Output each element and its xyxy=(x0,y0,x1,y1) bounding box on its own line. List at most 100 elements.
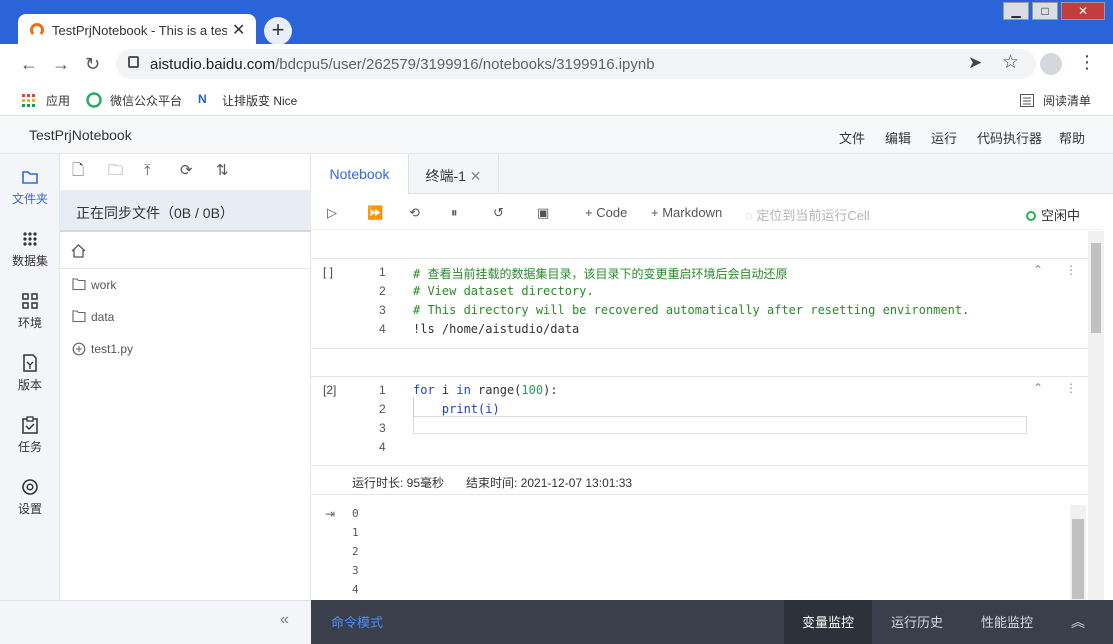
output-scrollbar[interactable] xyxy=(1070,505,1086,600)
tab-notebook[interactable]: Notebook xyxy=(311,154,409,194)
rail-item-version[interactable]: 版本 xyxy=(0,354,60,393)
rail-label: 数据集 xyxy=(11,254,48,268)
window-close-button[interactable]: ✕ xyxy=(1061,2,1105,20)
maximize-button[interactable]: □ xyxy=(1032,2,1058,20)
tab-title: TestPrjNotebook - This is a test xyxy=(52,23,227,38)
menu-kernel[interactable]: 代码执行器 xyxy=(977,128,1042,147)
restart-run-icon[interactable]: ⟲ xyxy=(409,205,420,221)
collapse-panel-icon[interactable]: « xyxy=(280,611,289,629)
rail-label: 版本 xyxy=(17,378,42,392)
rail-label: 设置 xyxy=(17,502,42,516)
output-line: 3 xyxy=(352,564,359,577)
run-all-icon[interactable]: ⏩ xyxy=(367,205,383,221)
add-markdown-button[interactable]: + Markdown xyxy=(651,205,722,220)
profile-avatar[interactable] xyxy=(1040,53,1062,75)
apps-grid-icon[interactable] xyxy=(22,94,36,108)
scrollbar-thumb[interactable] xyxy=(1072,519,1084,599)
new-folder-icon[interactable]: 🗀 xyxy=(108,163,124,179)
cursor-line[interactable] xyxy=(413,416,1027,434)
cell-collapse-icon[interactable]: ⌃ xyxy=(1033,263,1043,277)
performance-monitor-button[interactable]: 性能监控 xyxy=(967,600,1047,644)
locate-running-cell-button[interactable]: ◌ 定位到当前运行Cell xyxy=(745,205,870,224)
rail-label: 环境 xyxy=(17,316,42,330)
reading-list-icon xyxy=(1020,94,1034,107)
line-number: 4 xyxy=(379,440,386,454)
bookmark-apps[interactable]: 应用 xyxy=(46,92,70,109)
file-item-test1[interactable]: test1.py xyxy=(60,337,311,363)
cell-more-icon[interactable]: ⋮ xyxy=(1065,263,1077,277)
status-dot-icon xyxy=(1026,211,1036,221)
run-cell-icon[interactable]: ▷ xyxy=(327,205,337,221)
browser-tab[interactable]: TestPrjNotebook - This is a test ✕ xyxy=(18,14,256,46)
side-rail: 文件夹 数据集 环境 版本 任务 设置 xyxy=(0,154,60,600)
save-icon[interactable]: ▣ xyxy=(537,205,549,221)
folder-icon xyxy=(22,171,38,184)
sync-status: 正在同步文件（0B / 0B） xyxy=(76,205,234,221)
upload-icon[interactable]: ⤒ xyxy=(144,163,160,179)
file-browser-panel: 🗋 🗀 ⤒ ⟳ ⇅ 正在同步文件（0B / 0B） work data test… xyxy=(60,154,311,600)
line-number: 1 xyxy=(379,265,386,279)
rail-item-folder[interactable]: 文件夹 xyxy=(0,168,60,207)
menu-run[interactable]: 运行 xyxy=(931,128,957,147)
new-tab-button[interactable]: + xyxy=(264,17,292,45)
home-row[interactable] xyxy=(60,234,311,269)
file-name: work xyxy=(91,278,117,292)
cell-collapse-icon[interactable]: ⌃ xyxy=(1033,381,1043,395)
file-item-work[interactable]: work xyxy=(60,273,311,299)
rail-label: 任务 xyxy=(17,440,42,454)
indent-guide xyxy=(413,397,414,417)
interrupt-icon[interactable]: ⏸ xyxy=(451,205,458,221)
rail-item-dataset[interactable]: 数据集 xyxy=(0,230,60,269)
menu-file[interactable]: 文件 xyxy=(839,128,865,147)
close-tab-icon[interactable]: ✕ xyxy=(470,168,482,184)
bookmarks-bar: 应用 微信公众平台 N 让排版变 Nice 阅读清单 xyxy=(0,86,1113,116)
menu-edit[interactable]: 编辑 xyxy=(885,128,911,147)
kernel-status: 空闲中 xyxy=(1026,205,1080,224)
notebook-tabbar: Notebook 终端-1 ✕ xyxy=(311,154,1113,194)
back-arrow-icon[interactable]: ← xyxy=(20,54,38,75)
lock-icon xyxy=(128,56,139,68)
cell-prompt: [ ] xyxy=(323,265,334,279)
browser-menu-icon[interactable]: ⋮ xyxy=(1078,52,1096,73)
tab-terminal[interactable]: 终端-1 ✕ xyxy=(409,154,499,194)
variable-monitor-button[interactable]: 变量监控 xyxy=(784,600,872,644)
line-number: 3 xyxy=(379,421,386,435)
rail-item-task[interactable]: 任务 xyxy=(0,416,60,455)
add-code-button[interactable]: + Code xyxy=(585,205,627,220)
forward-arrow-icon[interactable]: → xyxy=(52,54,70,75)
home-icon[interactable] xyxy=(71,244,86,258)
reload-icon[interactable]: ↻ xyxy=(85,54,100,75)
refresh-icon[interactable]: ⟳ xyxy=(180,163,196,179)
expand-panel-icon[interactable]: ︽ xyxy=(1063,600,1093,644)
project-title: TestPrjNotebook xyxy=(29,127,132,143)
reading-list[interactable]: 阅读清单 xyxy=(1043,92,1091,109)
bookmark-star-icon[interactable]: ☆ xyxy=(1002,51,1019,74)
nice-logo-icon: N xyxy=(198,92,207,106)
send-page-icon[interactable]: ➤ xyxy=(968,53,982,73)
code-cell-1[interactable]: [ ] 1 2 3 4 # 查看当前挂载的数据集目录，该目录下的变更重启环境后会… xyxy=(311,258,1088,349)
tab-close-icon[interactable]: ✕ xyxy=(232,20,245,40)
scrollbar-thumb[interactable] xyxy=(1091,243,1101,333)
notebook-scrollbar[interactable] xyxy=(1088,231,1104,600)
new-file-icon[interactable]: 🗋 xyxy=(72,163,88,179)
bookmark-wechat[interactable]: 微信公众平台 xyxy=(110,92,182,109)
sort-icon[interactable]: ⇅ xyxy=(216,163,232,179)
python-file-icon xyxy=(72,342,86,356)
edit-mode-indicator: 命令模式 xyxy=(331,615,384,630)
bookmark-nice[interactable]: 让排版变 Nice xyxy=(222,92,297,109)
minimize-button[interactable]: ▁ xyxy=(1003,2,1029,20)
site-favicon-icon xyxy=(30,23,44,37)
run-history-button[interactable]: 运行历史 xyxy=(877,600,957,644)
cell-more-icon[interactable]: ⋮ xyxy=(1065,381,1077,395)
line-number: 2 xyxy=(379,284,386,298)
rail-item-settings[interactable]: 设置 xyxy=(0,478,60,517)
restart-kernel-icon[interactable]: ↺ xyxy=(493,205,504,221)
sync-status-bar: 正在同步文件（0B / 0B） xyxy=(60,190,311,232)
version-icon xyxy=(23,354,37,372)
address-bar[interactable]: aistudio.baidu.com/bdcpu5/user/262579/31… xyxy=(116,49,1036,79)
menu-help[interactable]: 帮助 xyxy=(1059,128,1085,147)
file-item-data[interactable]: data xyxy=(60,305,311,331)
code-cell-2[interactable]: [2] 1 2 3 4 for i in range(100): print(i… xyxy=(311,376,1088,466)
rail-item-environment[interactable]: 环境 xyxy=(0,292,60,331)
notebook-toolbar: ▷ ⏩ ⟲ ⏸ ↺ ▣ + Code + Markdown ◌ 定位到当前运行C… xyxy=(311,195,1101,230)
